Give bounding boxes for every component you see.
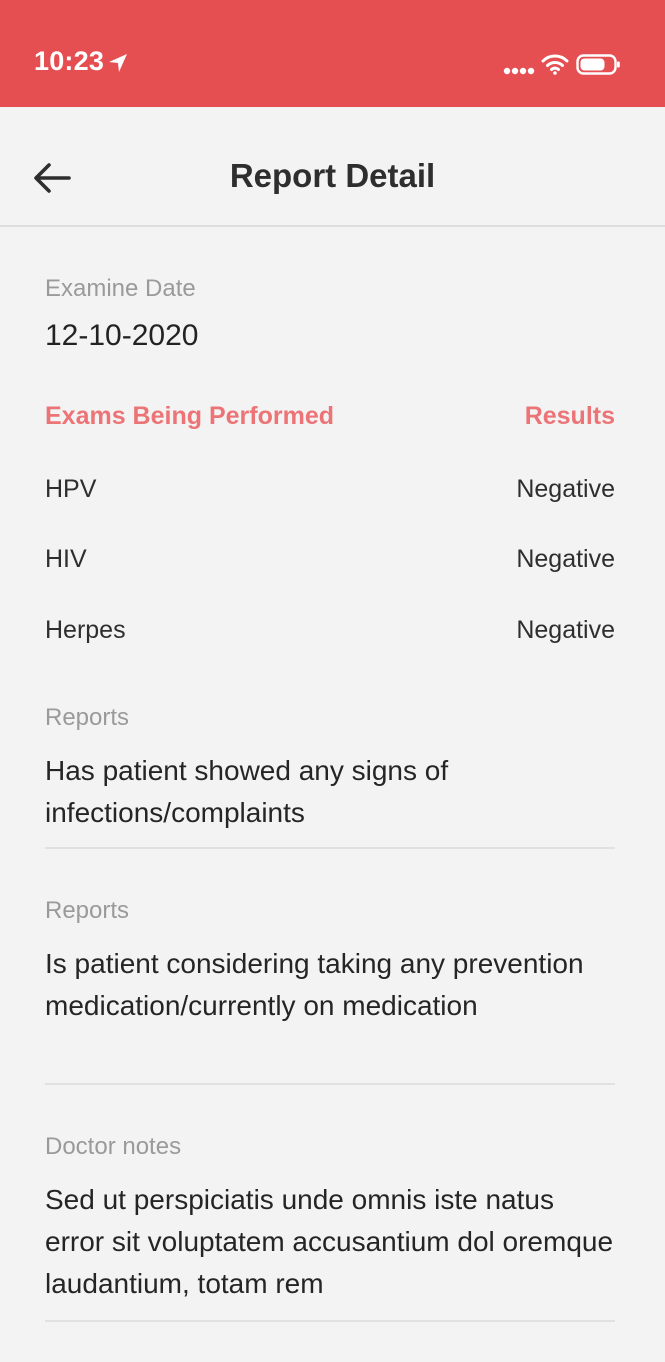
exam-name: HPV <box>45 475 97 503</box>
section-divider <box>45 1320 615 1322</box>
wifi-icon <box>541 54 569 75</box>
status-time: 10:23 <box>34 46 105 76</box>
exams-table-header: Exams Being Performed Results <box>45 402 615 431</box>
doctor-notes-label: Doctor notes <box>45 1133 182 1160</box>
report-label: Reports <box>45 704 130 731</box>
report-text: Has patient showed any signs of infectio… <box>45 755 449 828</box>
exam-name: HIV <box>45 545 87 573</box>
doctor-notes: Doctor notes Sed ut perspiciatis unde om… <box>45 1133 615 1305</box>
exam-result: Negative <box>516 545 615 573</box>
exam-result: Negative <box>516 475 615 503</box>
doctor-notes-text: Sed ut perspiciatis unde omnis iste natu… <box>45 1184 614 1299</box>
signal-dots-icon <box>503 67 535 75</box>
section-divider <box>45 1083 615 1085</box>
examine-date-label: Examine Date <box>45 275 196 302</box>
battery-icon <box>576 54 620 75</box>
status-bar: 10:23 <box>0 0 665 107</box>
nav-header: Report Detail <box>0 107 665 225</box>
report-text: Is patient considering taking any preven… <box>45 948 584 1021</box>
report-item: Reports Has patient showed any signs of … <box>45 704 615 834</box>
exam-row: Herpes Negative <box>45 616 615 645</box>
report-item: Reports Is patient considering taking an… <box>45 897 615 1027</box>
exam-row: HIV Negative <box>45 545 615 574</box>
section-divider <box>45 847 615 849</box>
examine-date-value: 12-10-2020 <box>45 319 199 352</box>
exams-column-label: Exams Being Performed <box>45 402 334 430</box>
exam-name: Herpes <box>45 616 126 644</box>
location-arrow-icon <box>109 54 127 72</box>
report-label: Reports <box>45 897 130 924</box>
results-column-label: Results <box>524 402 615 430</box>
page-title: Report Detail <box>229 157 436 194</box>
header-divider <box>0 225 665 227</box>
exam-result: Negative <box>516 616 615 644</box>
exam-row: HPV Negative <box>45 475 615 504</box>
